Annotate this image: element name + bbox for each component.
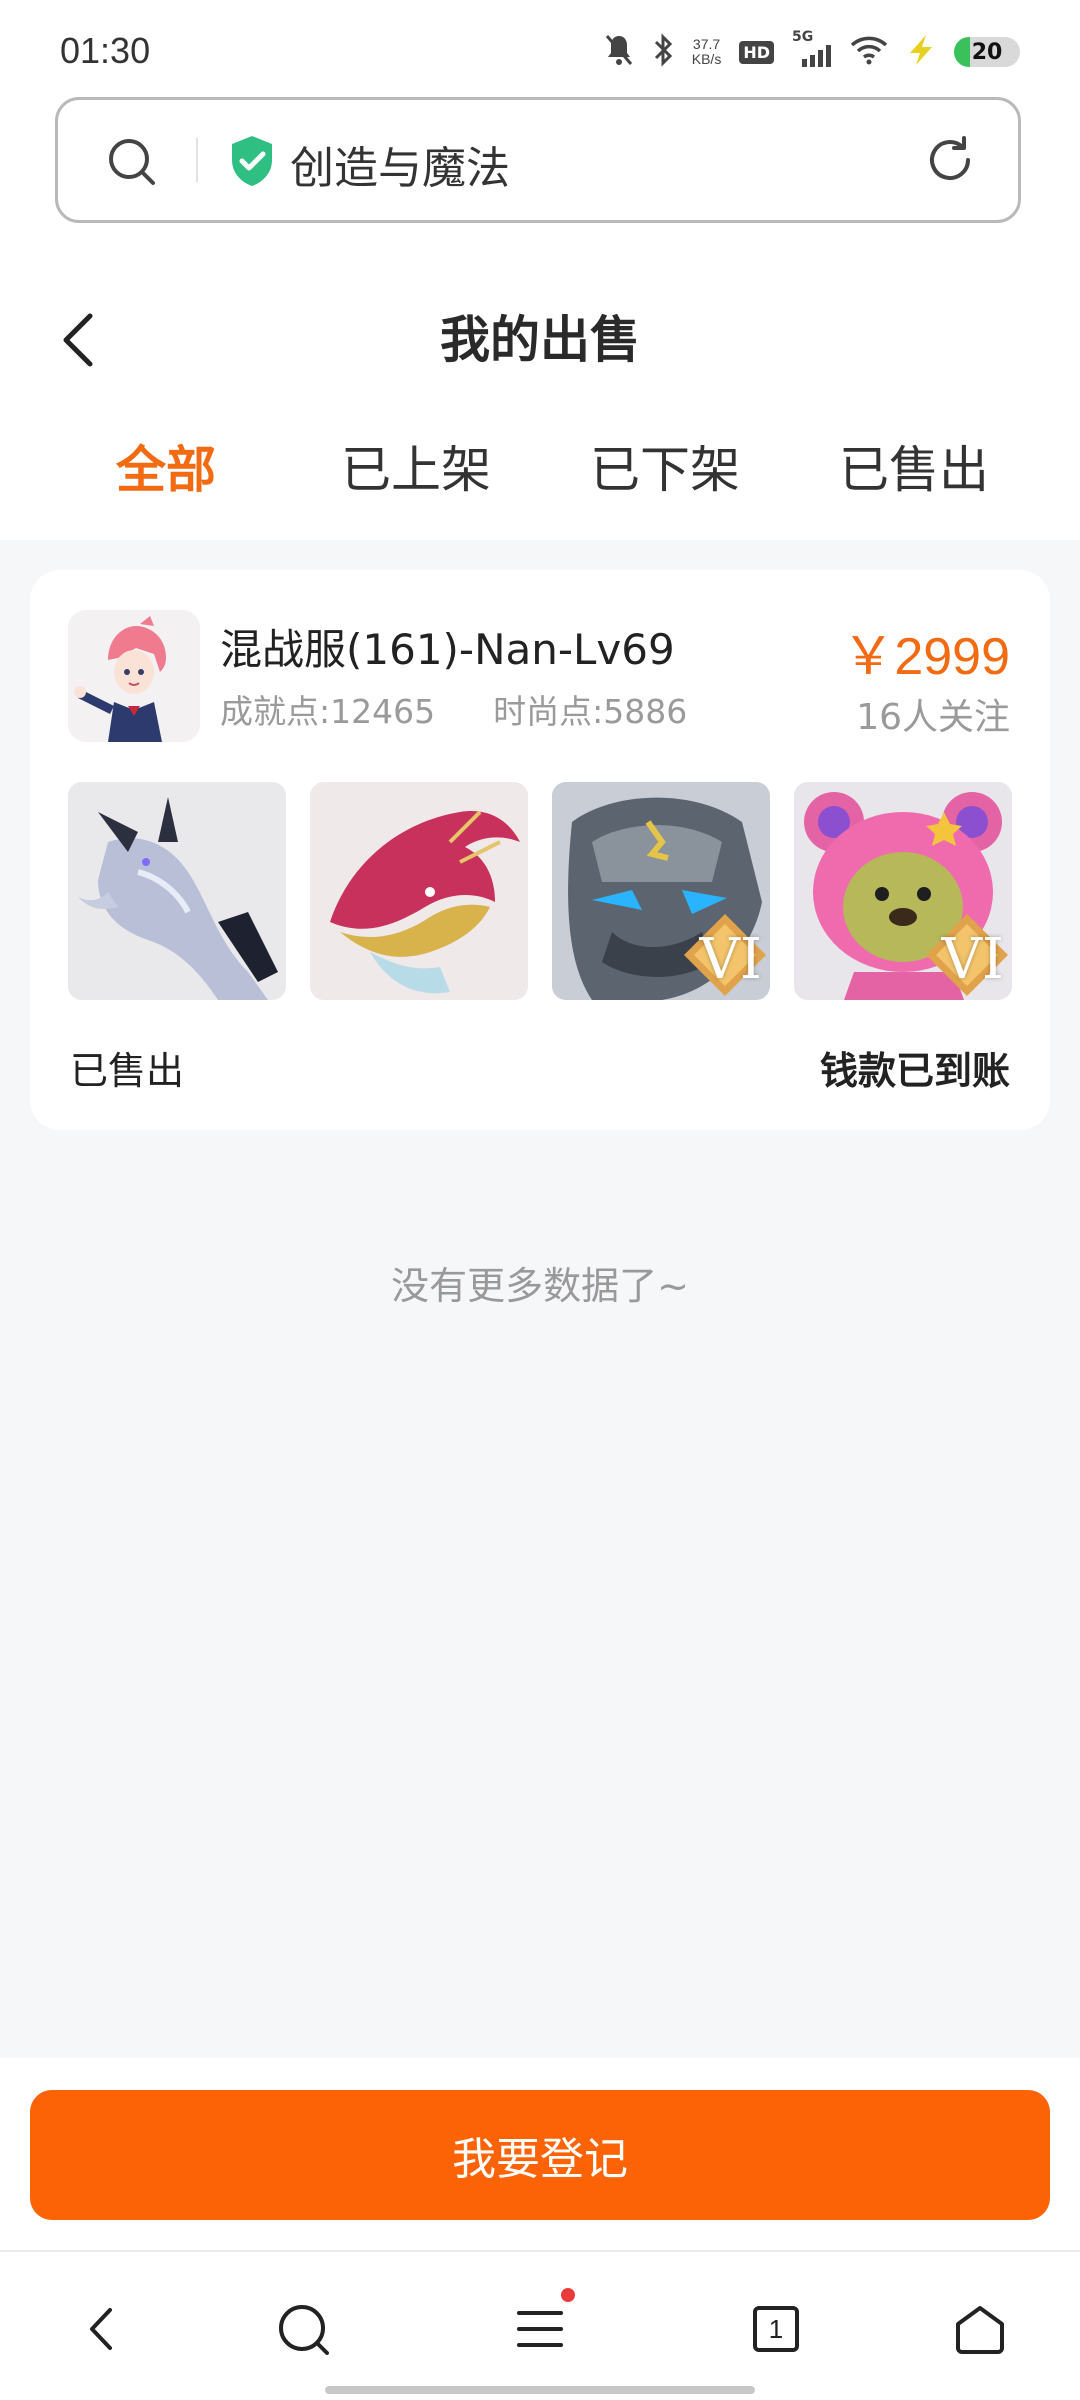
tab-delisted[interactable]: 已下架	[590, 430, 740, 510]
tab-sold[interactable]: 已售出	[839, 430, 989, 510]
tab-all[interactable]: 全部	[116, 430, 216, 510]
action-area: 我要登记	[0, 2058, 1080, 2250]
battery-icon: 20	[954, 37, 1020, 67]
item-thumbnails: VI VI	[68, 782, 1012, 1000]
nav-home-button[interactable]	[945, 2294, 1015, 2364]
thumbnail-silver-dragon[interactable]	[68, 782, 286, 1000]
mute-icon	[604, 33, 634, 71]
followers-count: 16人关注	[856, 697, 1010, 738]
nav-tabs-button[interactable]: 1	[741, 2294, 811, 2364]
payment-status: 钱款已到账	[819, 1049, 1010, 1093]
address-bar[interactable]: 创造与魔法	[55, 97, 1021, 223]
page-header: 我的出售 全部 已上架 已下架 已售出	[0, 265, 1080, 540]
home-indicator[interactable]	[325, 2386, 755, 2394]
achievement-points: 成就点:12465	[220, 692, 436, 731]
thumbnail-pink-bear[interactable]: VI	[794, 782, 1012, 1000]
menu-icon	[517, 2311, 563, 2347]
account-stats: 成就点:12465 时尚点:5886	[220, 685, 687, 733]
avatar	[68, 610, 200, 742]
bluetooth-icon	[652, 33, 674, 71]
hd-icon: HD	[739, 40, 774, 64]
nav-back-button[interactable]	[67, 2294, 137, 2364]
reload-icon[interactable]	[924, 134, 976, 190]
page-title: 我的出售	[440, 311, 640, 369]
wifi-icon	[850, 35, 888, 69]
status-time: 01:30	[60, 30, 151, 71]
shield-check-icon	[228, 134, 276, 192]
tab-count: 1	[768, 2314, 784, 2344]
chevron-left-icon	[90, 2308, 112, 2350]
address-text[interactable]: 创造与魔法	[290, 132, 510, 196]
status-icons: 37.7 KB/s HD 5G 20	[604, 29, 1020, 74]
search-icon	[279, 2305, 329, 2355]
account-name: 混战服(161)-Nan-Lv69	[220, 625, 675, 674]
network-speed: 37.7 KB/s	[691, 36, 722, 67]
list-end-text: 没有更多数据了~	[391, 1264, 689, 1308]
level-badge: VI	[941, 927, 1004, 992]
address-divider	[196, 138, 198, 182]
thumbnail-stone-beast[interactable]: VI	[552, 782, 770, 1000]
search-icon[interactable]	[106, 136, 158, 192]
notification-dot	[561, 2288, 575, 2302]
home-icon	[956, 2306, 1004, 2354]
charging-icon	[906, 33, 936, 71]
thumbnail-red-gold-dragon[interactable]	[310, 782, 528, 1000]
listing-card[interactable]: 混战服(161)-Nan-Lv69 成就点:12465 时尚点:5886 ￥29…	[30, 570, 1050, 1130]
status-bar: 01:30 37.7 KB/s HD 5G 20	[0, 0, 1080, 95]
filter-tabs: 全部 已上架 已下架 已售出	[0, 430, 1080, 510]
cellular-signal-icon: 5G	[792, 29, 832, 69]
browser-bottom-nav: 1	[0, 2250, 1080, 2400]
nav-menu-button[interactable]	[505, 2288, 575, 2364]
fashion-points: 时尚点:5886	[493, 692, 688, 731]
price: ￥2999	[842, 628, 1010, 686]
browser-address-area: 创造与魔法	[0, 95, 1080, 265]
level-badge: VI	[699, 927, 762, 992]
listing-status: 已售出	[70, 1049, 185, 1093]
register-button[interactable]: 我要登记	[30, 2090, 1050, 2220]
nav-search-button[interactable]	[268, 2294, 338, 2364]
tabs-icon: 1	[753, 2306, 799, 2352]
tab-listed[interactable]: 已上架	[341, 430, 491, 510]
